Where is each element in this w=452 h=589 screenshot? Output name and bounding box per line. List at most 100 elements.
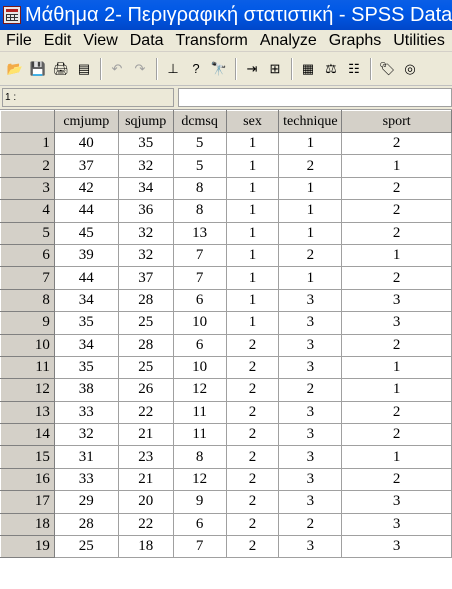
row-header[interactable]: 7 [0, 266, 55, 290]
cell-cmjump[interactable]: 31 [53, 445, 119, 469]
cell-technique[interactable]: 3 [278, 535, 343, 559]
cell-cmjump[interactable]: 33 [53, 400, 119, 425]
cell-sqjump[interactable]: 18 [117, 535, 174, 559]
row-header[interactable]: 12 [0, 378, 55, 402]
goto-chart-icon[interactable]: ⊥ [162, 58, 184, 80]
cell-technique[interactable]: 3 [278, 467, 343, 492]
cell-technique[interactable]: 3 [278, 423, 343, 447]
row-header[interactable]: 6 [0, 243, 55, 268]
cell-cmjump[interactable]: 35 [53, 355, 119, 380]
cell-dcmsq[interactable]: 5 [172, 154, 227, 178]
cell-cmjump[interactable]: 45 [53, 221, 119, 245]
row-header[interactable]: 1 [0, 131, 55, 156]
cell-sport[interactable]: 2 [341, 400, 452, 425]
cell-sport[interactable]: 2 [341, 333, 452, 357]
dialog-recall-icon[interactable]: ▤ [73, 58, 95, 80]
row-header[interactable]: 14 [0, 423, 55, 447]
menu-graphs[interactable]: Graphs [323, 32, 387, 50]
row-header[interactable]: 15 [0, 445, 55, 469]
cell-cmjump[interactable]: 44 [53, 199, 119, 223]
cell-sex[interactable]: 1 [225, 266, 280, 290]
cell-dcmsq[interactable]: 12 [172, 378, 227, 402]
cell-sport[interactable]: 2 [341, 467, 452, 492]
row-header[interactable]: 4 [0, 199, 55, 223]
cell-cmjump[interactable]: 37 [53, 154, 119, 178]
cell-sport[interactable]: 1 [341, 243, 452, 268]
select-cases-icon[interactable]: ☷ [343, 58, 365, 80]
cell-sport[interactable]: 1 [341, 378, 452, 402]
cell-sqjump[interactable]: 28 [117, 288, 174, 313]
cell-dcmsq[interactable]: 10 [172, 311, 227, 335]
menu-data[interactable]: Data [124, 32, 170, 50]
cell-dcmsq[interactable]: 9 [172, 490, 227, 514]
find-icon[interactable]: 🔭 [208, 58, 230, 80]
cell-dcmsq[interactable]: 8 [172, 445, 227, 469]
cell-sex[interactable]: 2 [225, 512, 280, 537]
print-icon[interactable]: 🖨 [50, 58, 72, 80]
cell-sex[interactable]: 1 [225, 176, 280, 201]
cell-technique[interactable]: 3 [278, 400, 343, 425]
value-labels-icon[interactable]: 🏷 [376, 58, 398, 80]
cell-sqjump[interactable]: 32 [117, 243, 174, 268]
cell-technique[interactable]: 1 [278, 266, 343, 290]
row-header[interactable]: 9 [0, 311, 55, 335]
cell-sqjump[interactable]: 32 [117, 154, 174, 178]
cell-sport[interactable]: 1 [341, 445, 452, 469]
cell-sqjump[interactable]: 25 [117, 311, 174, 335]
row-header[interactable]: 13 [0, 400, 55, 425]
cell-technique[interactable]: 1 [278, 221, 343, 245]
cell-dcmsq[interactable]: 10 [172, 355, 227, 380]
cell-technique[interactable]: 2 [278, 154, 343, 178]
cell-sport[interactable]: 2 [341, 423, 452, 447]
cell-sport[interactable]: 3 [341, 535, 452, 559]
cell-dcmsq[interactable]: 8 [172, 199, 227, 223]
cell-cmjump[interactable]: 34 [53, 288, 119, 313]
column-header-technique[interactable]: technique [278, 110, 343, 133]
cell-technique[interactable]: 2 [278, 512, 343, 537]
cell-sqjump[interactable]: 20 [117, 490, 174, 514]
cell-technique[interactable]: 3 [278, 333, 343, 357]
cell-technique[interactable]: 2 [278, 243, 343, 268]
cell-cmjump[interactable]: 25 [53, 535, 119, 559]
cell-technique[interactable]: 1 [278, 131, 343, 156]
cell-dcmsq[interactable]: 8 [172, 176, 227, 201]
cell-cmjump[interactable]: 39 [53, 243, 119, 268]
cell-sqjump[interactable]: 28 [117, 333, 174, 357]
cell-cmjump[interactable]: 28 [53, 512, 119, 537]
cell-technique[interactable]: 3 [278, 311, 343, 335]
cell-dcmsq[interactable]: 12 [172, 467, 227, 492]
cell-sex[interactable]: 1 [225, 311, 280, 335]
cell-sport[interactable]: 2 [341, 131, 452, 156]
row-header[interactable]: 19 [0, 535, 55, 559]
cell-sex[interactable]: 1 [225, 243, 280, 268]
menu-edit[interactable]: Edit [38, 32, 78, 50]
title-bar[interactable]: Μάθημα 2- Περιγραφική στατιστική - SPSS … [0, 0, 452, 30]
row-header[interactable]: 18 [0, 512, 55, 537]
cell-sport[interactable]: 3 [341, 490, 452, 514]
cell-sex[interactable]: 2 [225, 333, 280, 357]
cell-dcmsq[interactable]: 13 [172, 221, 227, 245]
cell-technique[interactable]: 2 [278, 378, 343, 402]
cell-sport[interactable]: 2 [341, 266, 452, 290]
row-header[interactable]: 10 [0, 333, 55, 357]
cell-sport[interactable]: 2 [341, 199, 452, 223]
weight-cases-icon[interactable]: ⚖ [320, 58, 342, 80]
cell-sex[interactable]: 2 [225, 378, 280, 402]
cell-sex[interactable]: 1 [225, 154, 280, 178]
cell-dcmsq[interactable]: 5 [172, 131, 227, 156]
cell-sqjump[interactable]: 32 [117, 221, 174, 245]
cell-sqjump[interactable]: 21 [117, 467, 174, 492]
cell-sex[interactable]: 1 [225, 131, 280, 156]
cell-technique[interactable]: 3 [278, 355, 343, 380]
row-header[interactable]: 3 [0, 176, 55, 201]
cell-technique[interactable]: 1 [278, 199, 343, 223]
cell-sqjump[interactable]: 34 [117, 176, 174, 201]
cell-sport[interactable]: 1 [341, 154, 452, 178]
cell-cmjump[interactable]: 33 [53, 467, 119, 492]
cell-sex[interactable]: 1 [225, 288, 280, 313]
cell-sport[interactable]: 1 [341, 355, 452, 380]
column-header-sex[interactable]: sex [225, 110, 280, 133]
row-header[interactable]: 11 [0, 355, 55, 380]
cell-sex[interactable]: 1 [225, 199, 280, 223]
menu-view[interactable]: View [77, 32, 123, 50]
